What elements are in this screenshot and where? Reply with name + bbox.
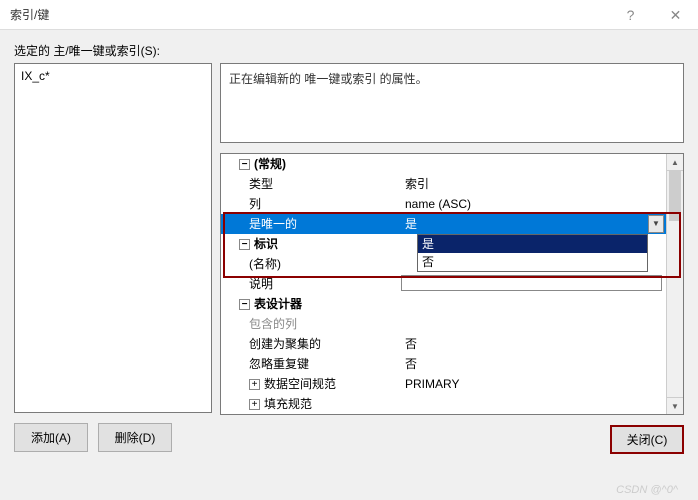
chevron-down-icon[interactable]: ▼ [648, 215, 664, 233]
prop-type[interactable]: 类型索引 [221, 174, 666, 194]
prop-data-space[interactable]: +数据空间规范PRIMARY [221, 374, 666, 394]
scrollbar[interactable]: ▲ ▼ [666, 154, 683, 414]
prop-clustered[interactable]: 创建为聚集的否 [221, 334, 666, 354]
prop-is-unique[interactable]: 是唯一的是▼ [221, 214, 666, 234]
add-button[interactable]: 添加(A) [14, 423, 88, 452]
help-button[interactable]: ? [608, 0, 653, 30]
prop-columns[interactable]: 列name (ASC) [221, 194, 666, 214]
list-item[interactable]: IX_c* [21, 68, 205, 84]
titlebar: 索引/键 ? ✕ [0, 0, 698, 30]
close-window-button[interactable]: ✕ [653, 0, 698, 30]
scroll-thumb[interactable] [669, 171, 681, 221]
unique-dropdown: −标识 是 否 [221, 234, 666, 254]
list-label: 选定的 主/唯一键或索引(S): [14, 42, 684, 59]
dialog-content: 选定的 主/唯一键或索引(S): IX_c* 添加(A) 删除(D) 正在编辑新… [0, 30, 698, 464]
dropdown-list[interactable]: 是 否 [417, 234, 648, 272]
prop-ignore-dup[interactable]: 忽略重复键否 [221, 354, 666, 374]
prop-included-columns[interactable]: 包含的列 [221, 314, 666, 334]
collapse-icon[interactable]: − [239, 239, 250, 250]
close-button[interactable]: 关闭(C) [610, 425, 684, 454]
collapse-icon[interactable]: − [239, 159, 250, 170]
collapse-icon[interactable]: − [239, 299, 250, 310]
property-grid[interactable]: −(常规) 类型索引 列name (ASC) 是唯一的是▼ −标识 是 否 (名… [220, 153, 684, 415]
scroll-up-icon[interactable]: ▲ [667, 154, 683, 171]
watermark: CSDN @^0^ [616, 484, 678, 496]
dropdown-option-yes[interactable]: 是 [418, 235, 647, 253]
window-title: 索引/键 [10, 6, 49, 23]
category-table-designer[interactable]: −表设计器 [221, 294, 666, 314]
window-controls: ? ✕ [608, 0, 698, 30]
index-listbox[interactable]: IX_c* [14, 63, 212, 413]
expand-icon[interactable]: + [249, 399, 260, 410]
prop-fill-spec[interactable]: +填充规范 [221, 394, 666, 414]
description-box: 正在编辑新的 唯一键或索引 的属性。 [220, 63, 684, 143]
prop-description[interactable]: 说明 [221, 274, 666, 294]
expand-icon[interactable]: + [249, 379, 260, 390]
category-general[interactable]: −(常规) [221, 154, 666, 174]
dropdown-option-no[interactable]: 否 [418, 253, 647, 271]
scroll-down-icon[interactable]: ▼ [667, 397, 683, 414]
delete-button[interactable]: 删除(D) [98, 423, 172, 452]
